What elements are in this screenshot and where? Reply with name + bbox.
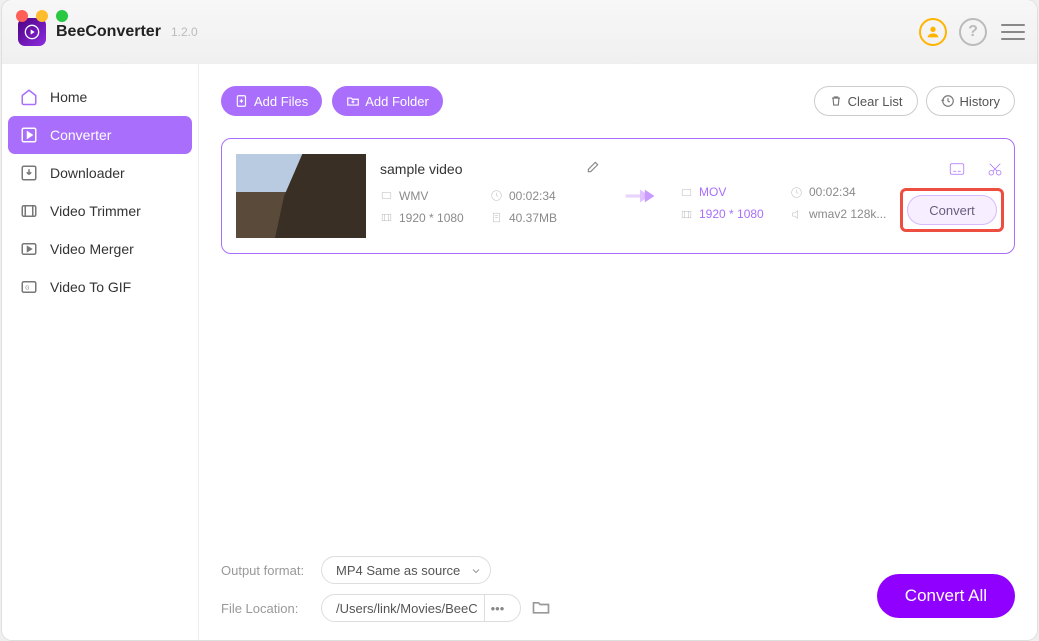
arrow-icon [624,186,656,206]
question-icon: ? [968,23,978,41]
menu-button[interactable] [1001,19,1025,45]
open-folder-button[interactable] [531,597,551,620]
history-icon [941,94,955,108]
sidebar-item-downloader[interactable]: Downloader [8,154,192,192]
add-files-button[interactable]: Add Files [221,86,322,116]
sidebar: Home Converter Downloader Video Trimmer … [2,64,199,640]
sidebar-item-converter[interactable]: Converter [8,116,192,154]
account-button[interactable] [919,18,947,46]
home-icon [18,86,40,108]
output-format-select[interactable]: MP4 Same as source [321,556,491,584]
pencil-icon [586,160,600,174]
sidebar-item-label: Downloader [50,165,125,181]
source-info: sample video WMV 00:02:34 1920 * 1080 40… [380,160,600,233]
history-button[interactable]: History [926,86,1015,116]
add-folder-button[interactable]: Add Folder [332,86,443,116]
folder-icon [531,597,551,617]
file-actions: Convert [900,160,1008,232]
converter-icon [18,124,40,146]
help-button[interactable]: ? [959,18,987,46]
sidebar-item-video-merger[interactable]: Video Merger [8,230,192,268]
file-title: sample video [380,161,463,177]
gif-icon: G [18,276,40,298]
sidebar-item-home[interactable]: Home [8,78,192,116]
close-window-button[interactable] [16,10,28,22]
sidebar-item-label: Video Trimmer [50,203,141,219]
cut-button[interactable] [986,160,1004,178]
sidebar-item-label: Home [50,89,87,105]
file-card: sample video WMV 00:02:34 1920 * 1080 40… [221,138,1015,254]
source-duration: 00:02:34 [490,189,600,203]
app-window: BeeConverter 1.2.0 ? Home Converter Down… [2,0,1037,640]
video-thumbnail [236,154,366,238]
minimize-window-button[interactable] [36,10,48,22]
target-info: MOV 00:02:34 1920 * 1080 wmav2 128k... [680,163,900,229]
window-controls [16,10,68,22]
file-location-path: /Users/link/Movies/BeeC [336,601,478,616]
sidebar-item-video-trimmer[interactable]: Video Trimmer [8,192,192,230]
app-name: BeeConverter [56,23,161,41]
source-format: WMV [380,189,490,203]
clear-list-button[interactable]: Clear List [814,86,918,116]
browse-location-button[interactable]: ••• [484,595,511,621]
source-resolution: 1920 * 1080 [380,211,490,225]
app-version: 1.2.0 [171,25,198,39]
footer: Output format: MP4 Same as source File L… [199,546,1037,640]
source-filesize: 40.37MB [490,211,600,225]
chevron-down-icon [470,565,482,577]
download-icon [18,162,40,184]
sidebar-item-label: Video To GIF [50,279,131,295]
folder-plus-icon [346,94,360,108]
convert-button-highlight: Convert [900,188,1004,232]
convert-all-button[interactable]: Convert All [877,574,1015,618]
output-format-label: Output format: [221,563,321,578]
maximize-window-button[interactable] [56,10,68,22]
sidebar-item-label: Converter [50,127,111,143]
trash-icon [829,94,843,108]
merger-icon [18,238,40,260]
sidebar-item-video-to-gif[interactable]: G Video To GIF [8,268,192,306]
file-plus-icon [235,94,249,108]
svg-text:G: G [25,285,29,291]
target-audio: wmav2 128k... [790,207,900,221]
target-format-select[interactable]: MOV [680,185,790,199]
main-panel: Add Files Add Folder Clear List History … [199,64,1037,640]
rename-button[interactable] [586,160,600,179]
subtitle-button[interactable] [948,160,966,178]
header-bar: BeeConverter 1.2.0 ? [2,0,1037,64]
trimmer-icon [18,200,40,222]
file-location-box: /Users/link/Movies/BeeC ••• [321,594,521,622]
file-location-label: File Location: [221,601,321,616]
target-duration: 00:02:34 [790,185,900,199]
user-icon [925,24,941,40]
target-resolution-select[interactable]: 1920 * 1080 [680,207,790,221]
sidebar-item-label: Video Merger [50,241,134,257]
convert-button[interactable]: Convert [907,195,997,225]
toolbar: Add Files Add Folder Clear List History [221,86,1015,116]
